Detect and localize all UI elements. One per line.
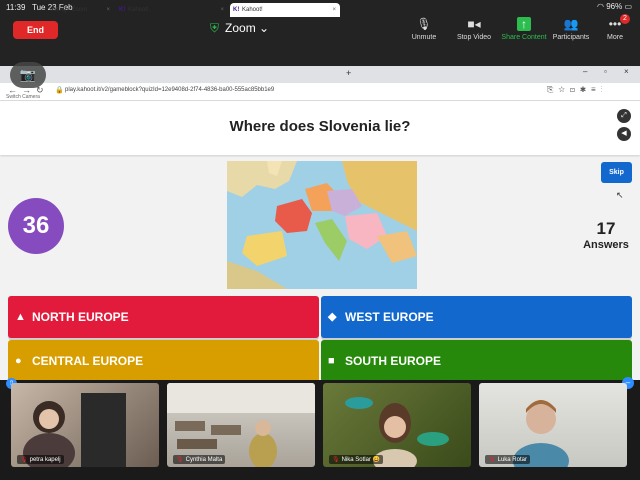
participant-name: 🎙 petra kapelj <box>17 455 64 464</box>
participant-name: 🎙 Cynthia Malta <box>173 455 226 464</box>
tab-zoom-meeting[interactable]: eeting - Zoom × <box>38 3 114 17</box>
close-icon[interactable]: × <box>220 3 224 17</box>
window-close-button[interactable]: × <box>624 67 629 76</box>
answer-north-europe[interactable]: ▲ NORTH EUROPE <box>8 296 319 338</box>
more-badge: 2 <box>620 14 630 24</box>
triangle-icon: ▲ <box>15 311 26 323</box>
speaker-icon: ◀ <box>621 130 627 137</box>
participant-name: 🎙 Luka Rotar <box>485 455 530 464</box>
answers-count: 17 <box>596 219 616 238</box>
cursor-icon: ↖ <box>616 190 624 200</box>
switch-camera-button[interactable]: 📷 <box>10 62 46 88</box>
status-time: 11:39 <box>6 3 26 12</box>
countdown-timer: 36 <box>8 198 64 254</box>
maximize-button[interactable]: ▫ <box>604 67 607 76</box>
video-tile[interactable]: 🎙 petra kapelj <box>11 383 159 467</box>
url-text[interactable]: play.kahoot.it/v2/gameblock?quizId=12e94… <box>65 87 274 93</box>
video-tile[interactable]: 🎙 Nika Sotlar 😀 <box>323 383 471 467</box>
fullscreen-button[interactable]: ⤢ <box>617 109 631 123</box>
kahoot-icon: K! <box>233 7 240 13</box>
more-button[interactable]: ••• More <box>585 17 640 41</box>
participant-name: 🎙 Nika Sotlar 😀 <box>329 455 384 464</box>
browser-tab-bar <box>0 66 640 83</box>
question-title: Where does Slovenia lie? <box>229 118 411 135</box>
answer-central-europe[interactable]: ● CENTRAL EUROPE <box>8 340 319 382</box>
lock-icon: 🔒 <box>55 87 64 94</box>
battery-percent: 96% <box>606 2 623 11</box>
europe-map-image <box>227 161 417 289</box>
battery-icon: ▭ <box>624 2 632 11</box>
share-icon: ↑ <box>517 17 531 31</box>
mic-off-icon: 🎙 <box>20 457 28 463</box>
europe-map-illustration <box>227 161 417 289</box>
fullscreen-icon: ⤢ <box>621 112 627 119</box>
tab-kahoot-1[interactable]: K! Kahoot! × <box>116 3 228 17</box>
meeting-title-text: Zoom <box>225 21 256 35</box>
more-icon: ••• <box>608 17 622 31</box>
answer-south-europe[interactable]: ■ SOUTH EUROPE <box>321 340 632 382</box>
close-icon[interactable]: × <box>332 3 336 17</box>
tab-kahoot-2[interactable]: K! Kahoot! × <box>230 3 340 17</box>
mic-off-icon: 🎙 <box>488 457 496 463</box>
chevron-down-icon: ⌄ <box>259 21 270 35</box>
video-tile[interactable]: 🎙 Cynthia Malta <box>167 383 315 467</box>
mic-off-icon: 🎙 <box>332 457 340 463</box>
new-tab-button[interactable]: + <box>346 68 351 78</box>
camera-icon: 📷 <box>19 67 37 82</box>
diamond-icon: ◆ <box>328 311 337 323</box>
end-meeting-button[interactable]: End <box>13 21 58 39</box>
video-tile[interactable]: 🎙 Luka Rotar <box>479 383 627 467</box>
mic-off-icon: 🎙 <box>176 457 184 463</box>
circle-icon: ● <box>15 355 22 367</box>
meeting-title[interactable]: ⛨ Zoom ⌄ <box>210 21 269 36</box>
answers-label: Answers <box>583 239 629 251</box>
extension-icons[interactable]: ⎘☆⊡✱≡⋮ <box>547 85 608 95</box>
skip-button[interactable]: Skip <box>601 162 632 183</box>
wifi-icon: ◠ <box>596 2 607 11</box>
switch-camera-label: Switch Camera <box>6 94 40 100</box>
shield-icon: ⛨ <box>210 21 220 35</box>
close-icon[interactable]: × <box>106 3 110 17</box>
answers-counter: 17 Answers <box>576 219 636 251</box>
sound-button[interactable]: ◀ <box>617 127 631 141</box>
kahoot-icon: K! <box>119 7 126 13</box>
answer-west-europe[interactable]: ◆ WEST EUROPE <box>321 296 632 338</box>
status-battery: ◠ 96% ▭ <box>597 2 632 11</box>
square-icon: ■ <box>328 355 335 367</box>
minimize-button[interactable]: – <box>583 67 587 76</box>
